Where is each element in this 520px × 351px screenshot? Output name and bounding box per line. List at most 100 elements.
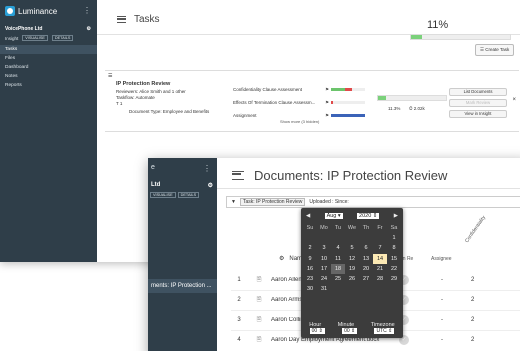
column-confidentiality[interactable]: Confidentiality — [464, 215, 487, 244]
minute-input[interactable]: 00 ⇕ — [342, 328, 358, 334]
weekday-label: Su — [306, 225, 314, 231]
confidentiality-value: 2 — [471, 297, 475, 303]
settings-icon[interactable]: ⚙ — [87, 26, 91, 32]
list-documents-button[interactable]: List Documents — [449, 88, 507, 96]
org-selector[interactable]: VoicePhone Ltd ⚙ — [5, 26, 91, 32]
time-inputs: 00 ⇕ 00 ⇕ UTC ⇕ — [301, 328, 403, 334]
org-name: Ltd — [151, 182, 161, 188]
calendar-day[interactable]: 2 — [303, 243, 317, 253]
details-button[interactable]: DETAILS — [51, 35, 74, 41]
view-in-insight-button[interactable]: View in Insight — [449, 110, 507, 118]
calendar-day[interactable]: 4 — [331, 243, 345, 253]
task-progress-fill — [378, 96, 386, 100]
close-icon[interactable]: × — [512, 97, 516, 103]
next-month-icon[interactable]: ▶ — [394, 213, 398, 219]
clause-item[interactable]: Effects Of Termination Clause Assessm...… — [233, 96, 373, 109]
clause-item[interactable]: Confidentiality Clause Assessment ⚑ — [233, 83, 373, 96]
calendar-empty-cell — [373, 233, 387, 243]
task-filter-chip[interactable]: Task: IP Protection Review — [239, 198, 306, 206]
visualise-button[interactable]: VISUALISE — [22, 35, 48, 41]
calendar-day[interactable]: 22 — [387, 264, 401, 274]
menu-dots-icon[interactable]: ⋮ — [203, 164, 211, 173]
task-card[interactable]: ☰ IP Protection Review Reviewers: Alice … — [105, 70, 519, 132]
screenshot-stage: { "back": { "brand": "Luminance", "org":… — [0, 0, 520, 351]
sidebar-item-documents[interactable]: ments: IP Protection ... — [148, 279, 217, 293]
sidebar-item-tasks[interactable]: Tasks — [0, 45, 97, 54]
assignee-value: - — [441, 277, 443, 283]
document-icon: 🗎 — [256, 317, 262, 323]
create-task-button[interactable]: ☰ Create Task — [475, 44, 515, 56]
calendar-empty-cell — [331, 233, 345, 243]
view-in-insight-label: View in Insight — [464, 111, 492, 116]
calendar-day[interactable]: 6 — [359, 243, 373, 253]
calendar-day[interactable]: 7 — [373, 243, 387, 253]
calendar-day[interactable]: 20 — [359, 264, 373, 274]
calendar-day[interactable]: 26 — [345, 274, 359, 284]
task-progress-bar — [377, 95, 447, 101]
calendar-day[interactable]: 19 — [345, 264, 359, 274]
calendar-day[interactable]: 29 — [387, 274, 401, 284]
calendar-day[interactable]: 5 — [345, 243, 359, 253]
page-title: Tasks — [117, 14, 160, 25]
calendar-empty-cell — [345, 233, 359, 243]
row-number: 2 — [237, 297, 241, 303]
date-picker-header: ◀ Aug ▾ 2020 ⇕ ▶ — [301, 211, 403, 220]
calendar-empty-cell — [387, 284, 401, 294]
column-assignee[interactable]: Assignee — [431, 256, 452, 262]
calendar-day[interactable]: 21 — [373, 264, 387, 274]
sidebar-item-notes[interactable]: Notes — [0, 72, 97, 81]
overall-progress-fill — [411, 35, 422, 39]
menu-dots-icon[interactable]: ⋮ — [83, 6, 91, 15]
uploaded-filter[interactable]: Uploaded : Since: — [309, 199, 348, 205]
year-input[interactable]: 2020 ⇕ — [357, 212, 380, 219]
calendar-day[interactable]: 9 — [303, 254, 317, 264]
sidebar-item-files[interactable]: Files — [0, 54, 97, 63]
sidebar-item-dashboard[interactable]: Dashboard — [0, 63, 97, 72]
sidebar-item-reports[interactable]: Reports — [0, 81, 97, 90]
prev-month-icon[interactable]: ◀ — [306, 213, 310, 219]
document-icon: 🗎 — [256, 297, 262, 303]
org-selector[interactable]: Ltd ⚙ — [151, 182, 213, 189]
show-more-link[interactable]: Show more (3 hidden) — [280, 119, 319, 124]
visualise-button[interactable]: VISUALISE — [150, 192, 176, 198]
calendar-day[interactable]: 23 — [303, 274, 317, 284]
calendar-day[interactable]: 10 — [317, 254, 331, 264]
mark-review-button[interactable]: Mark Review — [449, 99, 507, 107]
tasks-icon — [117, 16, 126, 23]
sidebar-nav: Tasks Files Dashboard Notes Reports — [0, 45, 97, 90]
create-task-label: Create Task — [485, 47, 510, 52]
calendar-day[interactable]: 24 — [317, 274, 331, 284]
divider — [217, 188, 520, 189]
calendar-day[interactable]: 8 — [387, 243, 401, 253]
timezone-select[interactable]: UTC ⇕ — [374, 328, 395, 334]
calendar-day[interactable]: 27 — [359, 274, 373, 284]
calendar-day[interactable]: 30 — [303, 284, 317, 294]
calendar-day[interactable]: 16 — [303, 264, 317, 274]
calendar-day[interactable]: 3 — [317, 243, 331, 253]
calendar-day[interactable]: 13 — [359, 254, 373, 264]
calendar-day[interactable]: 28 — [373, 274, 387, 284]
settings-icon[interactable]: ⚙ — [208, 182, 213, 189]
details-button[interactable]: DETAILS — [177, 192, 200, 198]
calendar-day[interactable]: 25 — [331, 274, 345, 284]
date-picker[interactable]: ◀ Aug ▾ 2020 ⇕ ▶ Su Mo Tu We Th Fr Sa 1 2 3 4 5 6 7 8 9… — [301, 208, 403, 338]
calendar-day[interactable]: 31 — [317, 284, 331, 294]
filter-icon: ▼ — [231, 199, 236, 205]
calendar-day[interactable]: 18 — [331, 263, 345, 274]
task-name[interactable]: IP Protection Review — [116, 81, 170, 87]
brand[interactable]: Luminance — [5, 6, 57, 16]
calendar-day[interactable]: 17 — [317, 264, 331, 274]
hour-input[interactable]: 00 ⇕ — [309, 328, 325, 334]
filter-bar[interactable]: ▼ Task: IP Protection Review Uploaded : … — [226, 196, 520, 208]
calendar-day[interactable]: 15 — [387, 254, 401, 264]
task-progress-percent: 11.3% — [388, 106, 401, 111]
calendar-day[interactable]: 11 — [331, 254, 345, 264]
weekday-label: We — [347, 225, 357, 231]
calendar-day[interactable]: 14 — [373, 253, 387, 264]
calendar-day[interactable]: 1 — [387, 233, 401, 243]
calendar-day[interactable]: 12 — [345, 254, 359, 264]
org-name: VoicePhone Ltd — [5, 26, 43, 32]
calendar-empty-cell — [317, 233, 331, 243]
documents-window: e ⋮ Ltd ⚙ VISUALISE DETAILS ments: IP Pr… — [148, 158, 520, 351]
month-select[interactable]: Aug ▾ — [324, 212, 343, 219]
